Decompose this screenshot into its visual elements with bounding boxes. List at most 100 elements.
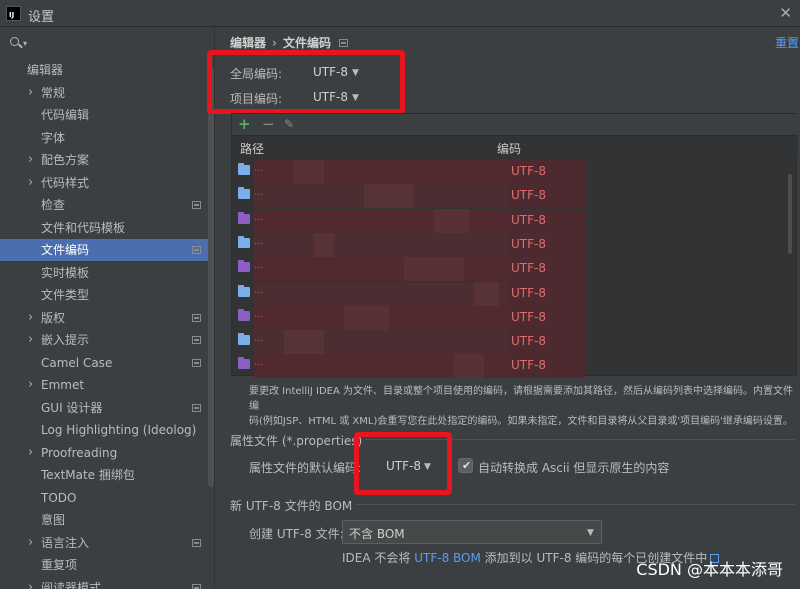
search-icon[interactable]: ▾: [8, 36, 38, 52]
sidebar-item-label: 嵌入提示: [41, 333, 90, 347]
table-row[interactable]: ... UTF-8: [232, 257, 798, 282]
table-row[interactable]: ... UTF-8: [232, 305, 798, 330]
encoding-cell[interactable]: UTF-8: [511, 310, 546, 324]
chevron-down-icon[interactable]: ▼: [352, 93, 359, 103]
chevron-right-icon[interactable]: ›: [28, 329, 33, 351]
chevron-down-icon: ▼: [587, 528, 594, 538]
column-header-encoding[interactable]: 编码: [497, 140, 521, 157]
edit-icon[interactable]: ✎: [284, 117, 294, 131]
remove-icon[interactable]: −: [262, 115, 275, 133]
sidebar-item[interactable]: › 代码样式: [0, 172, 214, 194]
sidebar-item[interactable]: › Emmet: [0, 374, 214, 396]
sidebar-item[interactable]: 文件编码: [0, 239, 214, 261]
redaction-block: [474, 281, 499, 306]
redaction-block: [344, 305, 389, 330]
table-row[interactable]: ... UTF-8: [232, 354, 798, 379]
sidebar-item[interactable]: › Proofreading: [0, 442, 214, 464]
sidebar-item-label: 配色方案: [41, 153, 90, 167]
sidebar-item[interactable]: 重复项: [0, 554, 214, 576]
bom-note-prefix: IDEA 不会将: [342, 551, 411, 565]
chevron-right-icon[interactable]: ›: [28, 172, 33, 194]
folder-icon: [238, 333, 250, 346]
encoding-cell[interactable]: UTF-8: [511, 358, 546, 372]
sidebar-item[interactable]: › 配色方案: [0, 149, 214, 171]
sidebar-item[interactable]: 实时模板: [0, 262, 214, 284]
chevron-right-icon[interactable]: ›: [28, 442, 33, 464]
sidebar-item[interactable]: Camel Case: [0, 352, 214, 374]
sidebar-item[interactable]: › 阅读器模式: [0, 577, 214, 589]
sidebar-item-label: TextMate 捆绑包: [41, 468, 135, 482]
chevron-right-icon[interactable]: ›: [28, 307, 33, 329]
chevron-down-icon[interactable]: ▼: [352, 68, 359, 78]
sidebar-item[interactable]: 代码编辑: [0, 104, 214, 126]
table-row[interactable]: ... UTF-8: [232, 281, 798, 306]
project-encoding-dropdown[interactable]: UTF-8: [313, 90, 348, 104]
add-icon[interactable]: +: [238, 115, 251, 133]
bom-select[interactable]: 不含 BOM ▼: [342, 520, 602, 544]
encoding-cell[interactable]: UTF-8: [511, 261, 546, 275]
redaction-block: [404, 257, 464, 282]
path-cell: ...: [254, 260, 264, 272]
sidebar-item-label: 语言注入: [41, 535, 90, 550]
encoding-cell[interactable]: UTF-8: [511, 237, 546, 251]
table-scrollbar[interactable]: [788, 174, 792, 254]
reset-link[interactable]: 重置: [775, 34, 799, 51]
global-encoding-dropdown[interactable]: UTF-8: [313, 65, 348, 79]
path-cell: ...: [254, 163, 264, 174]
sidebar-item[interactable]: › 嵌入提示: [0, 329, 214, 351]
divider: [355, 504, 795, 505]
chevron-right-icon[interactable]: ›: [28, 577, 33, 589]
encoding-cell[interactable]: UTF-8: [511, 334, 546, 348]
encoding-cell[interactable]: UTF-8: [511, 213, 546, 227]
encoding-cell[interactable]: UTF-8: [511, 188, 546, 202]
sidebar-item[interactable]: 文件和代码模板: [0, 217, 214, 239]
table-row[interactable]: ... UTF-8: [232, 330, 798, 355]
chevron-right-icon[interactable]: ›: [28, 532, 33, 554]
description-line: 码(例如JSP、HTML 或 XML)会重写您在此处指定的编码。如果未指定，文件…: [249, 416, 793, 427]
sidebar-item-label: GUI 设计器: [41, 400, 103, 415]
sidebar-item-label: 常规: [41, 85, 66, 100]
auto-ascii-checkbox[interactable]: ✔: [458, 458, 473, 473]
table-row[interactable]: ... UTF-8: [232, 232, 798, 257]
sidebar-item[interactable]: › 版权: [0, 307, 214, 329]
encoding-cell[interactable]: UTF-8: [511, 164, 546, 178]
utf8-bom-link[interactable]: UTF-8 BOM: [414, 551, 481, 565]
redaction-block: [454, 354, 484, 379]
path-cell: ...: [254, 211, 264, 223]
table-row[interactable]: ... UTF-8: [232, 208, 798, 233]
sidebar-item[interactable]: 字体: [0, 127, 214, 149]
column-header-path[interactable]: 路径: [240, 140, 264, 157]
chevron-right-icon[interactable]: ›: [28, 149, 33, 171]
folder-icon: [238, 187, 250, 200]
sidebar-item[interactable]: TODO: [0, 487, 214, 509]
project-scope-icon: [192, 538, 201, 547]
sidebar-item[interactable]: Log Highlighting (Ideolog): [0, 419, 214, 441]
table-row[interactable]: ... UTF-8: [232, 184, 798, 209]
sidebar-item[interactable]: › 语言注入: [0, 532, 214, 554]
chevron-right-icon[interactable]: ›: [28, 374, 33, 396]
sidebar-item[interactable]: GUI 设计器: [0, 397, 214, 419]
title-bar: IJ 设置 ✕: [0, 0, 800, 27]
encoding-cell[interactable]: UTF-8: [511, 286, 546, 300]
sidebar-item-label: 文件类型: [41, 288, 90, 302]
sidebar-item[interactable]: 检查: [0, 194, 214, 216]
chevron-down-icon[interactable]: ▼: [424, 462, 431, 472]
sidebar-item-label: 实时模板: [41, 265, 90, 280]
table-row[interactable]: ... UTF-8: [232, 160, 798, 184]
sidebar-item[interactable]: › 常规: [0, 82, 214, 104]
redacted-path: [254, 160, 509, 184]
sidebar-scrollbar[interactable]: [208, 67, 214, 487]
sidebar-item[interactable]: 编辑器: [0, 59, 214, 81]
close-icon[interactable]: ✕: [779, 4, 792, 22]
auto-ascii-label[interactable]: 自动转换成 Ascii 但显示原生的内容: [478, 459, 669, 476]
redacted-path: [254, 208, 509, 233]
watermark: CSDN @本本本添哥: [636, 560, 783, 579]
chevron-right-icon[interactable]: ›: [28, 82, 33, 104]
sidebar-item[interactable]: 文件类型: [0, 284, 214, 306]
path-cell: ...: [254, 187, 264, 199]
properties-encoding-dropdown[interactable]: UTF-8: [386, 459, 421, 473]
sidebar-item[interactable]: 意图: [0, 509, 214, 531]
sidebar-item[interactable]: TextMate 捆绑包: [0, 464, 214, 486]
breadcrumb-parent[interactable]: 编辑器: [230, 36, 266, 50]
path-cell: ...: [254, 357, 264, 369]
